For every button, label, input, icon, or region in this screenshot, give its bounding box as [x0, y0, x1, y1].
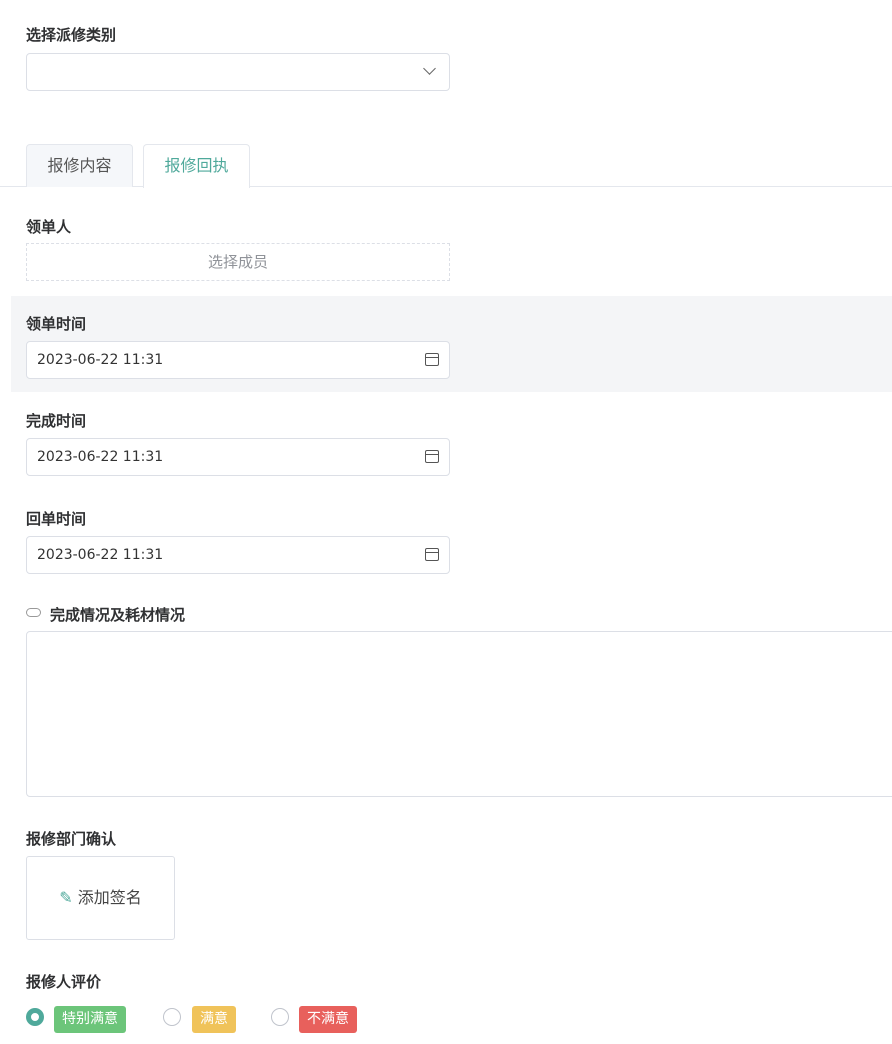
claim-time-label: 领单时间 — [26, 315, 87, 333]
completion-textarea[interactable] — [26, 631, 892, 797]
add-signature-label: 添加签名 — [77, 888, 142, 907]
badge-unsatisfied: 不满意 — [299, 1006, 357, 1033]
assignee-label: 领单人 — [26, 218, 72, 236]
return-time-value: 2023-06-22 11:31 — [37, 547, 164, 563]
return-time-input[interactable]: 2023-06-22 11:31 — [26, 536, 450, 574]
tab-divider — [0, 186, 892, 187]
calendar-icon — [425, 450, 439, 463]
rating-radio-satisfied[interactable] — [163, 1008, 181, 1026]
rating-radio-unsatisfied[interactable] — [271, 1008, 289, 1026]
badge-very-satisfied: 特别满意 — [54, 1006, 126, 1033]
tab-repair-receipt[interactable]: 报修回执 — [143, 144, 250, 188]
calendar-icon — [425, 353, 439, 366]
return-time-label: 回单时间 — [26, 510, 87, 528]
chevron-down-icon — [423, 62, 436, 75]
dept-confirm-label: 报修部门确认 — [26, 830, 117, 848]
category-label: 选择派修类别 — [26, 26, 117, 44]
rating-radio-very-satisfied[interactable] — [26, 1008, 44, 1026]
calendar-icon — [425, 548, 439, 561]
tab-repair-content[interactable]: 报修内容 — [26, 144, 133, 187]
add-signature-button[interactable]: ✎ 添加签名 — [26, 856, 175, 940]
category-select[interactable] — [26, 53, 450, 91]
select-member-button[interactable]: 选择成员 — [26, 243, 450, 281]
rating-label: 报修人评价 — [26, 973, 102, 991]
finish-time-value: 2023-06-22 11:31 — [37, 449, 164, 465]
claim-time-value: 2023-06-22 11:31 — [37, 352, 164, 368]
claim-time-input[interactable]: 2023-06-22 11:31 — [26, 341, 450, 379]
badge-satisfied: 满意 — [192, 1006, 236, 1033]
finish-time-input[interactable]: 2023-06-22 11:31 — [26, 438, 450, 476]
completion-label: 完成情况及耗材情况 — [50, 606, 186, 624]
finish-time-label: 完成时间 — [26, 412, 87, 430]
link-icon — [26, 608, 41, 617]
pencil-icon: ✎ — [59, 888, 73, 907]
